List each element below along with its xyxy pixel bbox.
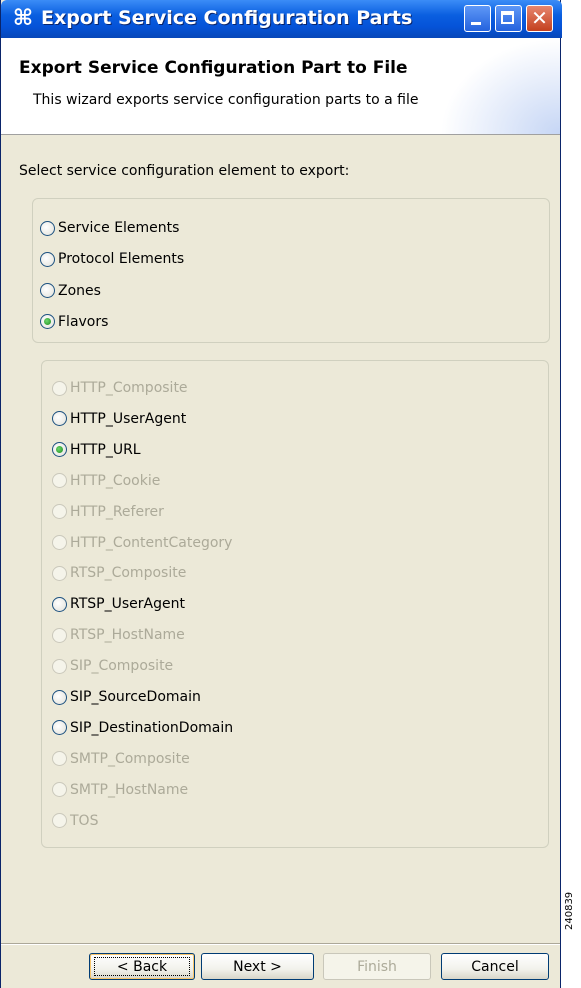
- radio-icon: [52, 504, 67, 520]
- radio-label: RTSP_Composite: [70, 565, 187, 582]
- radio-icon: [52, 813, 67, 829]
- radio-label: TOS: [70, 812, 99, 829]
- flavor-radio-tos: TOS: [52, 810, 98, 832]
- radio-icon: [52, 565, 67, 581]
- radio-icon[interactable]: [52, 689, 67, 705]
- back-button[interactable]: < Back: [89, 953, 195, 980]
- radio-label: HTTP_Cookie: [70, 472, 161, 489]
- radio-icon[interactable]: [52, 720, 67, 736]
- wizard-header: Export Service Configuration Part to Fil…: [1, 38, 560, 135]
- finish-button: Finish: [323, 953, 431, 980]
- flavor-radio-sip-composite: SIP_Composite: [52, 655, 173, 677]
- radio-label: Flavors: [58, 313, 109, 330]
- flavor-radio-sip-destinationdomain[interactable]: SIP_DestinationDomain: [52, 717, 233, 739]
- close-icon: ✕: [531, 6, 548, 30]
- radio-icon: [52, 380, 67, 396]
- flavor-radio-sip-sourcedomain[interactable]: SIP_SourceDomain: [52, 686, 201, 708]
- radio-icon[interactable]: [52, 411, 67, 427]
- radio-icon[interactable]: [52, 442, 67, 458]
- maximize-button[interactable]: [495, 5, 522, 32]
- radio-label: HTTP_Referer: [70, 503, 164, 520]
- radio-label: SIP_DestinationDomain: [70, 719, 234, 736]
- page-title: Export Service Configuration Part to Fil…: [19, 58, 408, 78]
- flavor-radio-http-composite: HTTP_Composite: [52, 377, 188, 399]
- type-radio-protocol-elements[interactable]: Protocol Elements: [40, 248, 184, 270]
- type-radio-service-elements[interactable]: Service Elements: [40, 217, 179, 239]
- radio-icon: [52, 627, 67, 643]
- minimize-button[interactable]: [464, 5, 491, 32]
- radio-label: HTTP_UserAgent: [70, 410, 187, 427]
- page-description: This wizard exports service configuratio…: [33, 92, 419, 108]
- radio-label: HTTP_URL: [70, 441, 141, 458]
- radio-icon: [52, 473, 67, 489]
- type-radio-flavors[interactable]: Flavors: [40, 311, 108, 333]
- radio-label: RTSP_UserAgent: [70, 596, 185, 613]
- close-button[interactable]: ✕: [526, 5, 553, 32]
- radio-label: HTTP_ContentCategory: [70, 534, 233, 551]
- radio-label: SMTP_HostName: [70, 781, 189, 798]
- flavor-radio-http-cookie: HTTP_Cookie: [52, 470, 160, 492]
- flavor-radio-http-referer: HTTP_Referer: [52, 501, 164, 523]
- radio-label: Service Elements: [58, 220, 180, 236]
- flavor-radio-smtp-composite: SMTP_Composite: [52, 748, 190, 770]
- radio-label: Zones: [58, 282, 101, 299]
- flavor-radio-rtsp-useragent[interactable]: RTSP_UserAgent: [52, 593, 185, 615]
- flavor-radio-smtp-hostname: SMTP_HostName: [52, 779, 188, 801]
- title-bar[interactable]: ⌘ Export Service Configuration Parts ✕: [1, 0, 562, 38]
- radio-label: SMTP_Composite: [70, 750, 190, 767]
- next-button-label: Next >: [233, 958, 282, 975]
- radio-icon: [52, 751, 67, 767]
- figure-id-label: 240839: [564, 891, 575, 930]
- radio-icon[interactable]: [40, 220, 55, 236]
- select-prompt: Select service configuration element to …: [19, 163, 350, 179]
- back-button-label: < Back: [116, 958, 168, 975]
- finish-button-label: Finish: [357, 958, 397, 975]
- flavor-radio-rtsp-composite: RTSP_Composite: [52, 562, 186, 584]
- radio-icon: [52, 782, 67, 798]
- radio-icon[interactable]: [40, 314, 55, 330]
- window-title: Export Service Configuration Parts: [41, 7, 413, 29]
- radio-label: SIP_SourceDomain: [70, 689, 201, 705]
- cancel-button-label: Cancel: [471, 958, 519, 975]
- radio-icon: [52, 535, 67, 550]
- radio-icon: [52, 658, 67, 674]
- app-asterisk-icon: ⌘: [12, 6, 34, 31]
- wizard-window: ⌘ Export Service Configuration Parts ✕ E…: [0, 0, 562, 988]
- next-button[interactable]: Next >: [201, 953, 314, 980]
- radio-icon[interactable]: [52, 596, 67, 612]
- radio-label: Protocol Elements: [58, 251, 185, 268]
- cancel-button[interactable]: Cancel: [441, 953, 549, 980]
- radio-icon[interactable]: [40, 251, 55, 267]
- radio-icon[interactable]: [40, 283, 55, 299]
- type-radio-zones[interactable]: Zones: [40, 280, 101, 302]
- flavor-radio-http-url[interactable]: HTTP_URL: [52, 439, 141, 461]
- radio-label: HTTP_Composite: [70, 380, 188, 396]
- radio-label: RTSP_HostName: [70, 627, 185, 644]
- radio-label: SIP_Composite: [70, 658, 174, 675]
- footer-separator: [1, 943, 560, 945]
- flavor-radio-http-contentcategory: HTTP_ContentCategory: [52, 532, 232, 554]
- flavor-radio-rtsp-hostname: RTSP_HostName: [52, 624, 185, 646]
- flavor-radio-http-useragent[interactable]: HTTP_UserAgent: [52, 408, 186, 430]
